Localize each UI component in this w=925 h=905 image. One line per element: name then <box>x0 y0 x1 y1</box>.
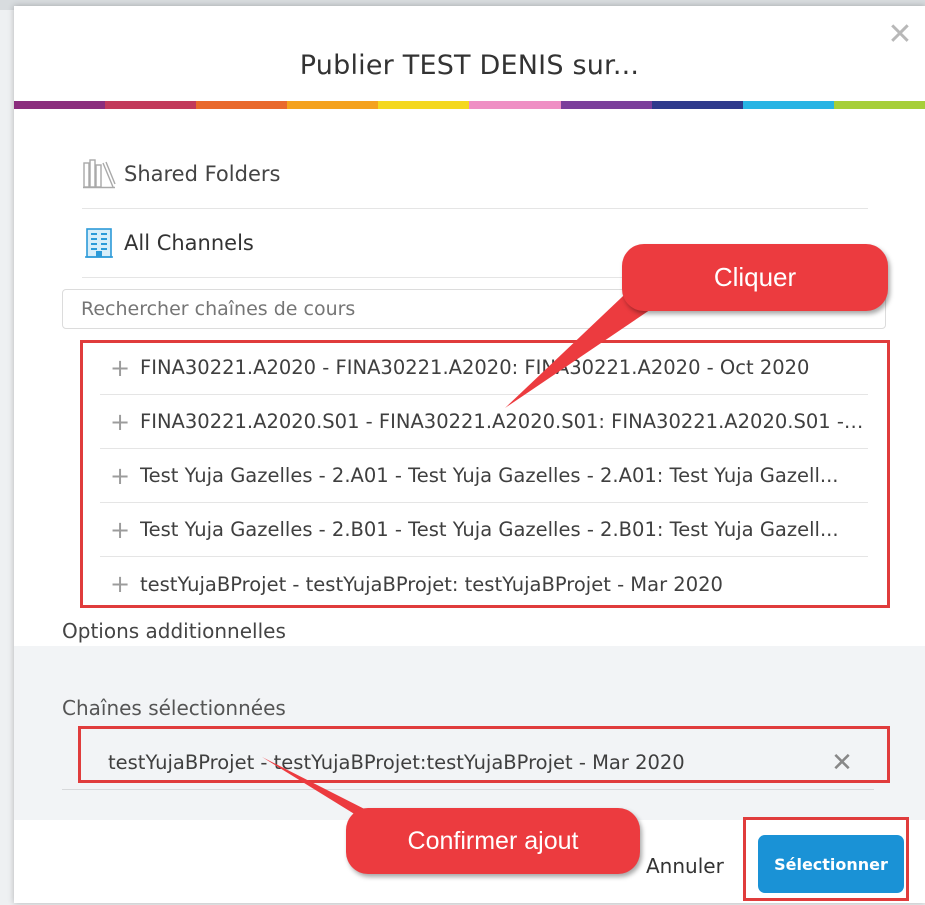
rainbow-segment <box>14 101 106 109</box>
channel-label: testYujaBProjet - testYujaBProjet: testY… <box>140 572 723 596</box>
bookshelf-icon <box>82 157 116 191</box>
rainbow-segment <box>287 101 379 109</box>
channel-list: + FINA30221.A2020 - FINA30221.A2020: FIN… <box>100 341 868 611</box>
selected-channel-item: testYujaBProjet - testYujaBProjet:testYu… <box>62 736 874 790</box>
rainbow-segment <box>469 101 561 109</box>
channel-label: FINA30221.A2020.S01 - FINA30221.A2020.S0… <box>140 410 868 433</box>
rainbow-segment <box>105 101 197 109</box>
plus-icon: + <box>110 407 131 436</box>
select-button[interactable]: Sélectionner <box>758 835 904 893</box>
channel-label: FINA30221.A2020 - FINA30221.A2020: FINA3… <box>140 356 810 379</box>
channel-label: Test Yuja Gazelles - 2.B01 - Test Yuja G… <box>140 518 839 541</box>
building-icon <box>82 226 116 260</box>
cancel-button[interactable]: Annuler <box>646 854 724 878</box>
plus-icon: + <box>110 461 131 490</box>
rainbow-segment <box>378 101 470 109</box>
plus-icon: + <box>110 353 131 382</box>
channel-item[interactable]: + FINA30221.A2020 - FINA30221.A2020: FIN… <box>100 341 868 395</box>
nav-shared-folders[interactable]: Shared Folders <box>82 140 868 209</box>
channel-label: Test Yuja Gazelles - 2.A01 - Test Yuja G… <box>140 464 839 487</box>
callout-click: Cliquer <box>622 244 888 311</box>
selected-channel-label: testYujaBProjet - testYujaBProjet:testYu… <box>108 751 685 774</box>
publish-dialog: ✕ Publier TEST DENIS sur... Shared Folde… <box>14 6 925 903</box>
channel-item[interactable]: + Test Yuja Gazelles - 2.B01 - Test Yuja… <box>100 503 868 557</box>
rainbow-segment <box>196 101 288 109</box>
rainbow-segment <box>833 101 925 109</box>
callout-confirm: Confirmer ajout <box>346 808 640 874</box>
rainbow-divider <box>14 101 925 109</box>
options-label[interactable]: Options additionnelles <box>62 619 286 643</box>
shared-folders-label: Shared Folders <box>124 162 281 186</box>
channel-item[interactable]: + testYujaBProjet - testYujaBProjet: tes… <box>100 557 868 611</box>
remove-icon[interactable]: ✕ <box>822 748 862 778</box>
selected-channels-label: Chaînes sélectionnées <box>62 696 286 720</box>
rainbow-segment <box>560 101 652 109</box>
plus-icon: + <box>110 570 131 598</box>
all-channels-label: All Channels <box>124 231 254 255</box>
rainbow-segment <box>742 101 834 109</box>
channel-item[interactable]: + Test Yuja Gazelles - 2.A01 - Test Yuja… <box>100 449 868 503</box>
channel-item[interactable]: + FINA30221.A2020.S01 - FINA30221.A2020.… <box>100 395 868 449</box>
close-icon[interactable]: ✕ <box>885 20 915 50</box>
selected-channels-panel: Chaînes sélectionnées testYujaBProjet - … <box>14 646 925 820</box>
plus-icon: + <box>110 515 131 544</box>
rainbow-segment <box>651 101 743 109</box>
dialog-title: Publier TEST DENIS sur... <box>299 50 640 81</box>
